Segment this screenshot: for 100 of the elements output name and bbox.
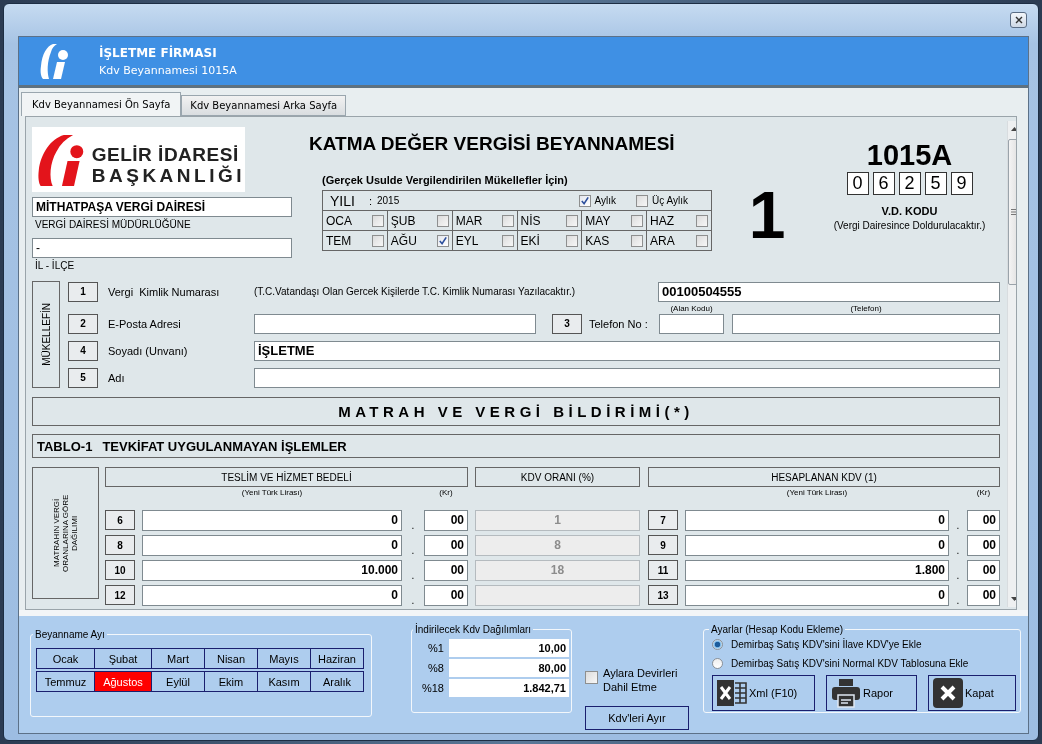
year-separator: : bbox=[368, 194, 372, 207]
month-button[interactable]: Haziran bbox=[310, 648, 364, 669]
input-field[interactable]: 0 bbox=[142, 535, 402, 556]
input-field[interactable]: 00 bbox=[424, 535, 468, 556]
input-field: 18 bbox=[475, 560, 640, 581]
split-button[interactable]: Kdv'leri Ayır bbox=[585, 706, 689, 730]
input-field[interactable]: 0 bbox=[685, 585, 949, 606]
code-digit: 9 bbox=[950, 172, 973, 195]
month-label: HAZ bbox=[650, 213, 675, 228]
page-number: 1 bbox=[748, 177, 786, 253]
input-field[interactable]: 1.800 bbox=[685, 560, 949, 581]
group-title: Beyanname Ayı bbox=[34, 629, 106, 640]
field-note: (T.C.Vatandaşı Olan Gercek Kişilerde T.C. Kimlik Numarası Yazılacaktır.) bbox=[254, 286, 577, 297]
month-button[interactable]: Ocak bbox=[36, 648, 95, 669]
input-field[interactable]: 0 bbox=[142, 510, 402, 531]
section-title: MATRAH VE VERGİ BİLDİRİMİ(*) bbox=[32, 397, 1000, 426]
input-field[interactable]: İŞLETME bbox=[254, 340, 1000, 361]
radio-label: Demirbaş Satış KDV'sini İlave KDV'ye Ekle bbox=[731, 639, 922, 650]
input-field[interactable]: 00 bbox=[967, 510, 1000, 531]
column-caption: (Yeni Türk Lirası) bbox=[785, 488, 849, 497]
input-field[interactable]: 00 bbox=[424, 560, 468, 581]
input-field[interactable]: 00 bbox=[967, 585, 1000, 606]
header-title: İŞLETME FİRMASI bbox=[99, 45, 218, 60]
field-number: 3 bbox=[552, 313, 582, 334]
month-label: OCA bbox=[326, 213, 352, 228]
month-button[interactable]: Nisan bbox=[204, 648, 258, 669]
year-value: 2015 bbox=[376, 195, 400, 206]
xml-button[interactable]: Xml (F10) bbox=[712, 675, 815, 711]
field-number: 10 bbox=[105, 560, 135, 580]
field-label: Adı bbox=[108, 371, 126, 384]
input-field: 8 bbox=[475, 535, 640, 556]
month-button[interactable]: Ekim bbox=[204, 671, 258, 692]
month-button[interactable]: Mayıs bbox=[257, 648, 311, 669]
input-field[interactable]: 1.842,71 bbox=[449, 679, 569, 697]
field-number: 12 bbox=[105, 585, 135, 605]
logo-text: GELİR İDARESİ bbox=[91, 143, 240, 165]
month-label: AĞU bbox=[390, 233, 417, 248]
field-label: Telefon No : bbox=[589, 317, 649, 330]
form-subtitle: (Gerçek Usulde Vergilendirilen Mükellefler İçin) bbox=[322, 174, 569, 186]
month-button[interactable]: Ağustos bbox=[94, 671, 152, 692]
input-field[interactable]: 00 bbox=[424, 585, 468, 606]
checkbox-label: Aylık bbox=[594, 195, 617, 206]
column-caption: (Yeni Türk Lirası) bbox=[240, 488, 304, 497]
column-caption: (Kr) bbox=[438, 488, 454, 497]
input-field[interactable]: 00 bbox=[424, 510, 468, 531]
column-caption: (Kr) bbox=[975, 488, 992, 497]
month-button[interactable]: Eylül bbox=[151, 671, 205, 692]
field-label: E-Posta Adresi bbox=[108, 317, 182, 330]
group-title: İndirilecek Kdv Dağılımları bbox=[414, 624, 533, 635]
month-label: NİS bbox=[520, 213, 541, 228]
column-header: KDV ORANI (%) bbox=[475, 467, 640, 487]
month-button[interactable]: Kasım bbox=[257, 671, 311, 692]
column-header: HESAPLANAN KDV (1) bbox=[648, 467, 1000, 487]
code-digit: 6 bbox=[872, 172, 895, 195]
month-label: TEM bbox=[326, 233, 352, 248]
table-code: TABLO-1 bbox=[37, 438, 93, 454]
input-field[interactable]: 00100504555 bbox=[658, 281, 1000, 302]
section-label: MÜKELLEFİN bbox=[40, 303, 52, 366]
decimal-separator: . bbox=[955, 520, 961, 531]
field-label: Vergi Kimlik Numarası bbox=[108, 285, 221, 298]
input-field[interactable]: 10.000 bbox=[142, 560, 402, 581]
close-button[interactable]: Kapat bbox=[928, 675, 1016, 711]
input-field[interactable]: 0 bbox=[685, 535, 949, 556]
field-number: 2 bbox=[68, 313, 98, 334]
field-number: 5 bbox=[68, 367, 98, 388]
input-field[interactable]: 00 bbox=[967, 560, 1000, 581]
field-number: 11 bbox=[648, 560, 678, 580]
decimal-separator: . bbox=[410, 545, 416, 556]
input-field[interactable]: 80,00 bbox=[449, 659, 569, 677]
input-field[interactable]: 0 bbox=[685, 510, 949, 531]
month-label: MAY bbox=[585, 213, 611, 228]
code-digit: 0 bbox=[846, 172, 869, 195]
field-label: %8 bbox=[427, 662, 444, 674]
code-digit: 2 bbox=[898, 172, 921, 195]
input-field[interactable]: 10,00 bbox=[449, 639, 569, 657]
decimal-separator: . bbox=[955, 545, 961, 556]
decimal-separator: . bbox=[410, 595, 416, 606]
field-label: %18 bbox=[420, 682, 444, 694]
input-field[interactable]: MİTHATPAŞA VERGİ DAİRESİ bbox=[32, 197, 292, 217]
month-label: KAS bbox=[585, 233, 610, 248]
field-number: 1 bbox=[68, 281, 98, 302]
field-number: 8 bbox=[105, 535, 135, 555]
month-label: EYL bbox=[455, 233, 479, 248]
field-label: İL - İLÇE bbox=[35, 260, 76, 271]
code-digit: 5 bbox=[924, 172, 947, 195]
field-number: 7 bbox=[648, 510, 678, 530]
input-field[interactable]: - bbox=[32, 238, 292, 258]
field-caption: (Telefon) bbox=[849, 303, 883, 313]
office-code-note: (Vergi Dairesince Doldurulacaktır.) bbox=[833, 220, 986, 231]
report-button[interactable]: Rapor bbox=[826, 675, 917, 711]
month-button[interactable]: Mart bbox=[151, 648, 205, 669]
month-button[interactable]: Şubat bbox=[94, 648, 152, 669]
month-label: ARA bbox=[650, 233, 675, 248]
tab[interactable]: Kdv Beyannamesi Ön Sayfa bbox=[21, 92, 182, 116]
field-label: Soyadı (Unvanı) bbox=[108, 344, 189, 357]
month-button[interactable]: Aralık bbox=[310, 671, 364, 692]
tab[interactable]: Kdv Beyannamesi Arka Sayfa bbox=[181, 95, 347, 116]
field-number: 4 bbox=[68, 340, 98, 361]
input-field[interactable]: 0 bbox=[142, 585, 402, 606]
input-field[interactable]: 00 bbox=[967, 535, 1000, 556]
